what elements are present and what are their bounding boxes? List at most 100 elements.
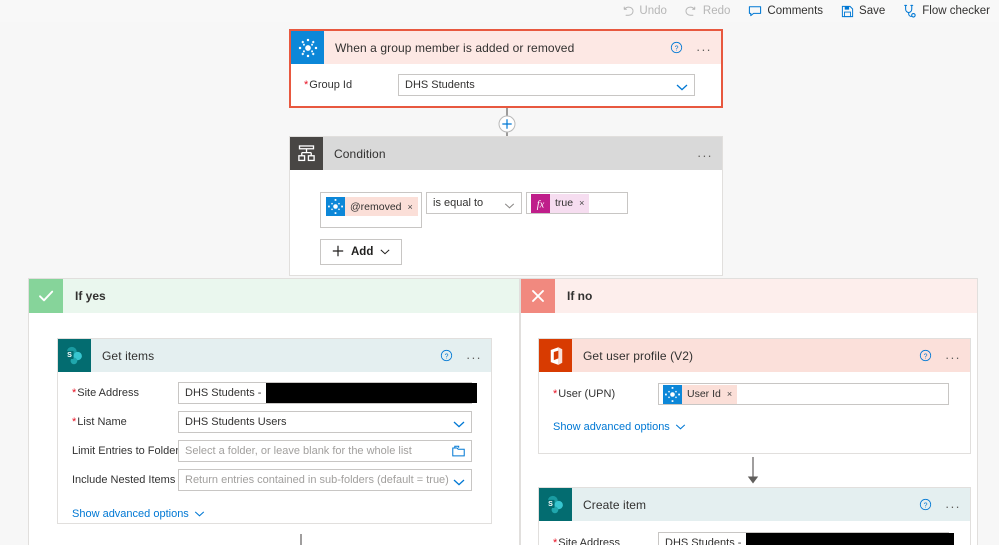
help-icon[interactable]: ?	[919, 498, 932, 511]
user-upn-input[interactable]: User Id ×	[658, 383, 949, 405]
get-items-header-actions: ? ...	[440, 339, 482, 372]
close-icon[interactable]: ×	[727, 389, 732, 399]
redo-icon	[685, 5, 698, 18]
plus-icon	[332, 245, 344, 260]
chevron-down-icon	[676, 82, 688, 94]
undo-button[interactable]: Undo	[612, 0, 676, 22]
token-label: @removed	[350, 200, 402, 213]
svg-text:?: ?	[924, 353, 928, 360]
chevron-down-icon	[380, 246, 390, 258]
if-yes-header: If yes	[29, 279, 519, 313]
check-icon	[29, 279, 63, 313]
group-id-value: DHS Students	[405, 79, 475, 91]
condition-title: Condition	[334, 146, 386, 161]
required-marker: *	[72, 416, 77, 428]
save-button[interactable]: Save	[832, 0, 894, 22]
get-items-body: *Site Address DHS Students - *List Name …	[58, 372, 491, 522]
get-items-title: Get items	[102, 348, 155, 363]
save-icon	[841, 5, 854, 18]
get-user-profile-header-actions: ? ...	[919, 339, 961, 372]
svg-text:?: ?	[675, 45, 679, 52]
get-items-header[interactable]: S Get items ? ...	[58, 339, 491, 372]
condition-card-header[interactable]: Condition ...	[290, 137, 722, 170]
create-item-body: *Site Address DHS Students - *List Name …	[539, 521, 970, 545]
condition-left-operand[interactable]: @removed ×	[320, 192, 422, 228]
true-token[interactable]: fx true ×	[531, 193, 590, 213]
get-user-profile-body: *User (UPN) User Id × Show advanced opti…	[539, 372, 970, 435]
nested-placeholder: Return entries contained in sub-folders …	[185, 474, 449, 486]
comments-icon	[748, 4, 762, 18]
list-name-value: DHS Students Users	[185, 416, 287, 428]
trigger-card[interactable]: When a group member is added or removed …	[289, 29, 723, 108]
close-icon	[521, 279, 555, 313]
list-name-dropdown[interactable]: DHS Students Users	[178, 411, 472, 433]
condition-right-operand[interactable]: fx true ×	[526, 192, 628, 214]
overflow-menu-icon[interactable]: ...	[945, 497, 961, 513]
power-automate-designer: Undo Redo Comments Save Flow checker Whe…	[0, 0, 999, 545]
trigger-body: *Group Id DHS Students	[291, 64, 721, 96]
get-user-profile-title: Get user profile (V2)	[583, 348, 694, 363]
group-id-dropdown[interactable]: DHS Students	[398, 74, 695, 96]
field-limit-entries-to-folder: Limit Entries to Folder Select a folder,…	[72, 440, 477, 462]
comments-label: Comments	[767, 5, 824, 17]
overflow-menu-icon[interactable]: ...	[466, 348, 482, 364]
flow-canvas: When a group member is added or removed …	[0, 22, 999, 545]
advanced-label: Show advanced options	[72, 508, 189, 520]
condition-card[interactable]: Condition ... @removed × is equal to fx …	[289, 136, 723, 276]
site-address-value: DHS Students -	[185, 387, 262, 399]
user-id-token[interactable]: User Id ×	[663, 384, 738, 404]
overflow-menu-icon[interactable]: ...	[697, 146, 713, 162]
overflow-menu-icon[interactable]: ...	[945, 348, 961, 364]
svg-text:fx: fx	[537, 199, 545, 210]
condition-operator-dropdown[interactable]: is equal to	[426, 192, 522, 214]
svg-text:?: ?	[924, 502, 928, 509]
chevron-down-icon	[453, 477, 465, 489]
field-user-upn: *User (UPN) User Id ×	[553, 383, 956, 405]
flow-checker-button[interactable]: Flow checker	[894, 0, 999, 22]
branch-if-yes: If yes S Get items ? ... *Site Address D…	[28, 278, 520, 545]
azure-ad-icon	[326, 197, 345, 216]
create-item-header[interactable]: S Create item ? ...	[539, 488, 970, 521]
connector-get-items-next	[288, 534, 314, 545]
get-items-show-advanced-options[interactable]: Show advanced options	[72, 508, 205, 520]
create-item-card[interactable]: S Create item ? ... *Site Address DHS St…	[538, 487, 971, 545]
get-user-profile-card[interactable]: Get user profile (V2) ? ... *User (UPN)	[538, 338, 971, 454]
flow-checker-label: Flow checker	[922, 5, 990, 17]
token-label: User Id	[687, 388, 721, 400]
undo-icon	[621, 5, 634, 18]
limit-entries-folder-input[interactable]: Select a folder, or leave blank for the …	[178, 440, 472, 462]
overflow-menu-icon[interactable]: ...	[696, 40, 712, 56]
get-user-profile-show-advanced-options[interactable]: Show advanced options	[553, 421, 686, 433]
site-address-value: DHS Students -	[665, 537, 742, 545]
close-icon[interactable]: ×	[408, 202, 413, 212]
folder-placeholder: Select a folder, or leave blank for the …	[185, 445, 412, 457]
branch-if-no: If no Get user profile (V2) ? ... *User …	[520, 278, 978, 545]
site-address-input[interactable]: DHS Students -	[658, 532, 954, 545]
help-icon[interactable]: ?	[440, 349, 453, 362]
add-condition-button[interactable]: Add	[320, 239, 403, 265]
required-marker: *	[553, 537, 558, 545]
folder-icon[interactable]	[452, 445, 465, 460]
field-label: Include Nested Items	[72, 474, 176, 486]
chevron-down-icon	[504, 200, 515, 212]
help-icon[interactable]: ?	[919, 349, 932, 362]
chevron-down-icon	[675, 421, 686, 433]
include-nested-items-dropdown[interactable]: Return entries contained in sub-folders …	[178, 469, 472, 491]
field-include-nested-items: Include Nested Items Return entries cont…	[72, 469, 477, 491]
required-marker: *	[304, 79, 309, 91]
close-icon[interactable]: ×	[579, 198, 584, 208]
help-icon[interactable]: ?	[670, 41, 683, 54]
get-user-profile-header[interactable]: Get user profile (V2) ? ...	[539, 339, 970, 372]
trigger-card-header[interactable]: When a group member is added or removed …	[291, 31, 721, 64]
redo-button[interactable]: Redo	[676, 0, 740, 22]
field-label: *Group Id	[304, 79, 353, 91]
site-address-input[interactable]: DHS Students -	[178, 382, 477, 404]
fx-icon: fx	[531, 193, 550, 213]
comments-button[interactable]: Comments	[739, 0, 832, 22]
field-group-id: *Group Id DHS Students	[304, 74, 708, 96]
removed-token[interactable]: @removed ×	[326, 197, 418, 216]
trigger-header-actions: ? ...	[670, 31, 712, 64]
get-items-card[interactable]: S Get items ? ... *Site Address DHS Stud…	[57, 338, 492, 524]
redaction-bar	[746, 533, 954, 545]
sharepoint-icon: S	[58, 339, 91, 372]
